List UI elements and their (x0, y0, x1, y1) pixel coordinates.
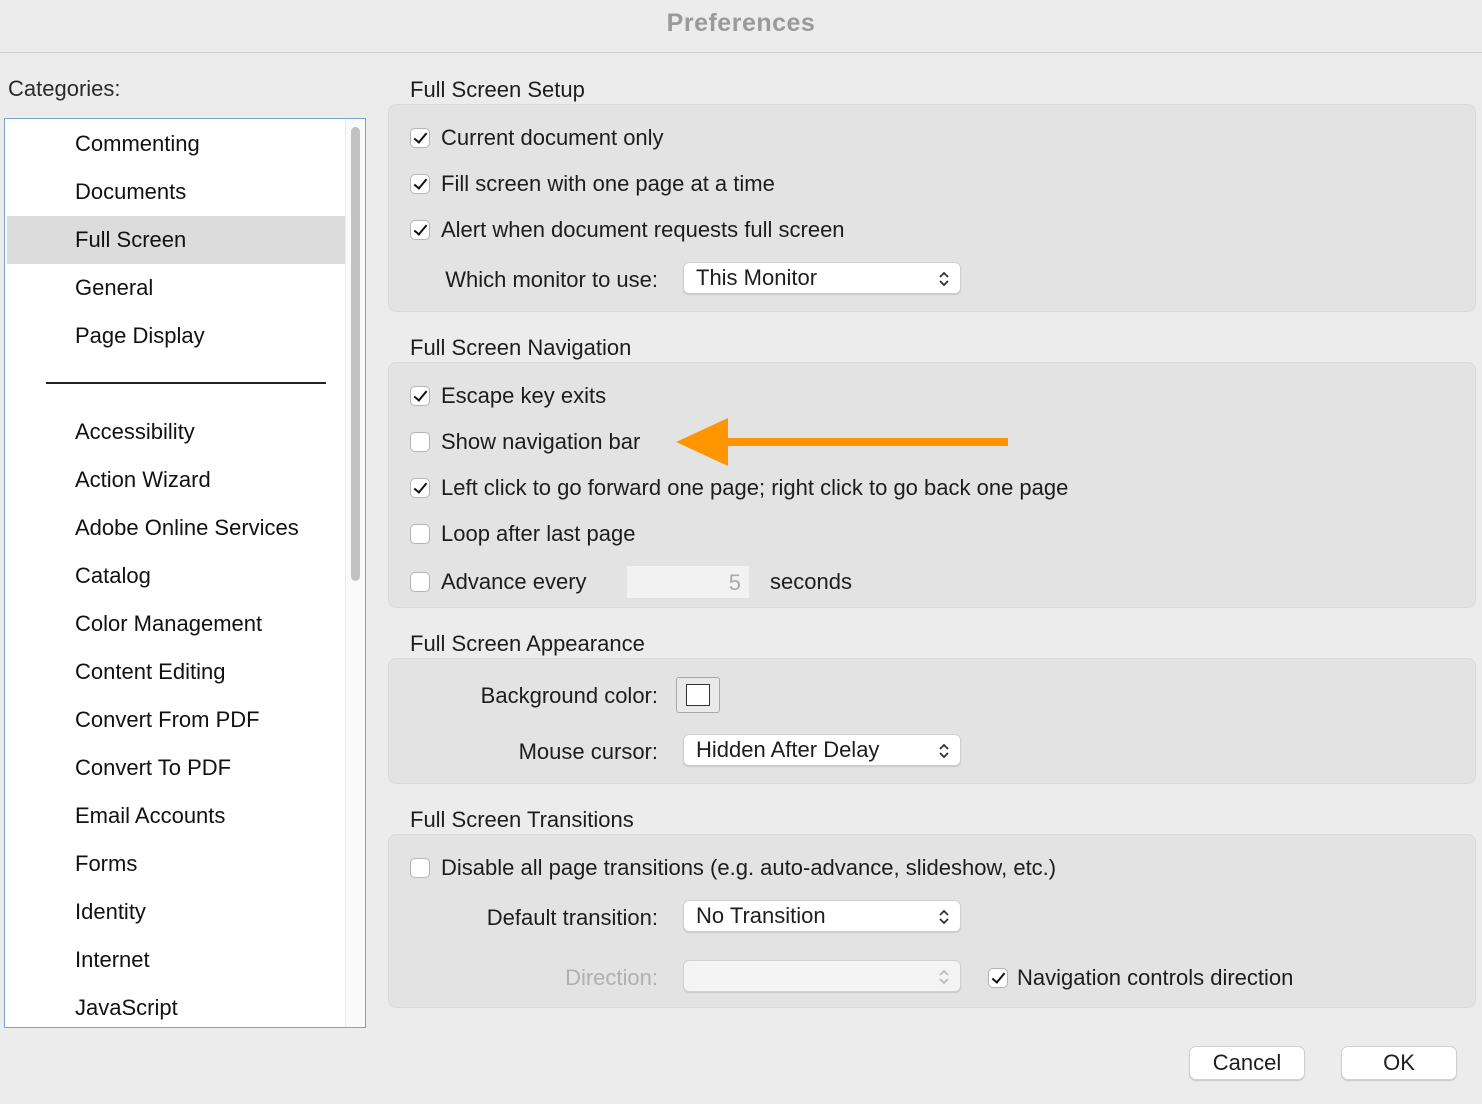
cancel-button[interactable]: Cancel (1189, 1046, 1305, 1080)
mouse-cursor-label: Mouse cursor: (518, 739, 658, 764)
default-transition-select[interactable]: No Transition (683, 900, 961, 932)
disable-transitions-label: Disable all page transitions (e.g. auto-… (441, 855, 1057, 880)
chevron-updown-icon (939, 909, 949, 925)
monitor-select-value: This Monitor (696, 265, 818, 290)
category-identity[interactable]: Identity (7, 888, 345, 936)
monitor-select[interactable]: This Monitor (683, 262, 961, 294)
disable-transitions-checkbox[interactable] (410, 858, 430, 878)
category-page-display[interactable]: Page Display (7, 312, 345, 360)
direction-select[interactable] (683, 960, 961, 992)
navigation-section-title: Full Screen Navigation (410, 335, 632, 360)
category-accessibility[interactable]: Accessibility (7, 408, 345, 456)
left-click-option[interactable]: Left click to go forward one page; right… (410, 471, 1068, 505)
category-commenting[interactable]: Commenting (7, 120, 345, 168)
category-general[interactable]: General (7, 264, 345, 312)
categories-label: Categories: (8, 76, 121, 101)
left-click-label: Left click to go forward one page; right… (441, 475, 1069, 500)
category-action-wizard[interactable]: Action Wizard (7, 456, 345, 504)
fill-screen-checkbox[interactable] (410, 174, 430, 194)
chevron-updown-icon (939, 743, 949, 759)
category-internet[interactable]: Internet (7, 936, 345, 984)
fill-screen-option[interactable]: Fill screen with one page at a time (410, 167, 775, 201)
default-transition-label: Default transition: (486, 905, 658, 930)
left-click-checkbox[interactable] (410, 478, 430, 498)
loop-checkbox[interactable] (410, 524, 430, 544)
category-content-editing[interactable]: Content Editing (7, 648, 345, 696)
escape-key-checkbox[interactable] (410, 386, 430, 406)
category-adobe-online-services[interactable]: Adobe Online Services (7, 504, 345, 552)
navigation-controls-direction-label: Navigation controls direction (1017, 965, 1294, 990)
navigation-controls-direction-checkbox[interactable] (988, 968, 1008, 988)
mouse-cursor-select[interactable]: Hidden After Delay (683, 734, 961, 766)
alert-full-screen-option[interactable]: Alert when document requests full screen (410, 213, 845, 247)
category-forms[interactable]: Forms (7, 840, 345, 888)
category-divider (46, 382, 326, 384)
chevron-updown-icon (939, 271, 949, 287)
mouse-cursor-select-value: Hidden After Delay (696, 737, 880, 762)
advance-every-checkbox[interactable] (410, 572, 430, 592)
annotation-arrow-icon (676, 418, 1008, 466)
ok-button[interactable]: OK (1341, 1046, 1457, 1080)
appearance-section-title: Full Screen Appearance (410, 631, 645, 656)
category-catalog[interactable]: Catalog (7, 552, 345, 600)
background-color-swatch[interactable] (676, 677, 720, 713)
current-document-only-checkbox[interactable] (410, 128, 430, 148)
loop-label: Loop after last page (441, 521, 636, 546)
navigation-controls-direction-option[interactable]: Navigation controls direction (988, 961, 1293, 995)
direction-label: Direction: (565, 965, 658, 990)
show-navigation-bar-label: Show navigation bar (441, 429, 641, 454)
categories-scroll-thumb[interactable] (351, 127, 360, 581)
show-navigation-bar-checkbox[interactable] (410, 432, 430, 452)
advance-seconds-input[interactable]: 5 (626, 565, 750, 599)
current-document-only-option[interactable]: Current document only (410, 121, 664, 155)
alert-full-screen-checkbox[interactable] (410, 220, 430, 240)
default-transition-select-value: No Transition (696, 903, 826, 928)
category-color-management[interactable]: Color Management (7, 600, 345, 648)
transitions-section-title: Full Screen Transitions (410, 807, 634, 832)
category-email-accounts[interactable]: Email Accounts (7, 792, 345, 840)
window-title: Preferences (0, 0, 1482, 53)
chevron-updown-icon (939, 969, 949, 985)
category-convert-from-pdf[interactable]: Convert From PDF (7, 696, 345, 744)
setup-section-title: Full Screen Setup (410, 77, 585, 102)
escape-key-option[interactable]: Escape key exits (410, 379, 606, 413)
background-color-preview (686, 684, 710, 706)
current-document-only-label: Current document only (441, 125, 664, 150)
background-color-label: Background color: (480, 683, 658, 708)
advance-every-label: Advance every (441, 569, 587, 594)
category-documents[interactable]: Documents (7, 168, 345, 216)
seconds-label: seconds (770, 569, 852, 594)
loop-option[interactable]: Loop after last page (410, 517, 635, 551)
monitor-label: Which monitor to use: (445, 267, 658, 292)
show-navigation-bar-option[interactable]: Show navigation bar (410, 425, 640, 459)
categories-list[interactable]: Commenting Documents Full Screen General… (4, 118, 366, 1028)
category-javascript[interactable]: JavaScript (7, 984, 345, 1027)
category-full-screen[interactable]: Full Screen (7, 216, 345, 264)
escape-key-label: Escape key exits (441, 383, 607, 408)
category-convert-to-pdf[interactable]: Convert To PDF (7, 744, 345, 792)
disable-transitions-option[interactable]: Disable all page transitions (e.g. auto-… (410, 851, 1056, 885)
alert-full-screen-label: Alert when document requests full screen (441, 217, 845, 242)
advance-every-option[interactable]: Advance every (410, 565, 587, 599)
fill-screen-label: Fill screen with one page at a time (441, 171, 775, 196)
